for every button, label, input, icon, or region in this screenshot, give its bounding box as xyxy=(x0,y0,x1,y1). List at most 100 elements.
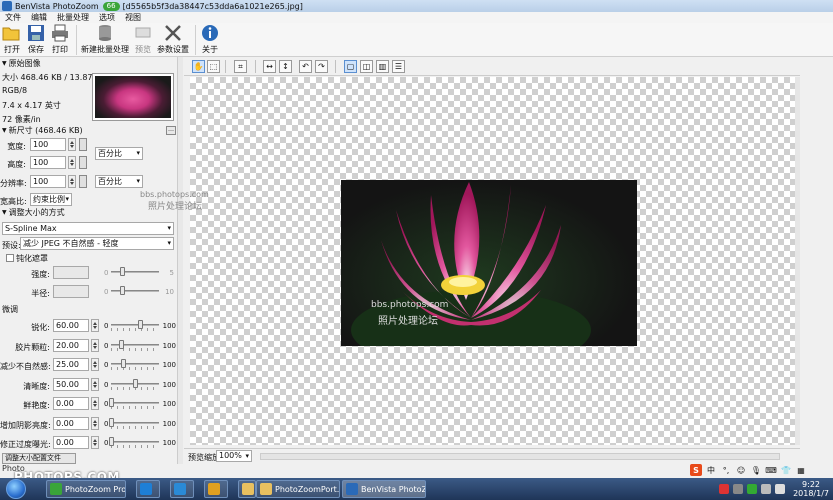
size-unit-select[interactable]: 百分比 xyxy=(95,147,143,160)
finetune-value-input[interactable]: 60.00 xyxy=(53,319,89,332)
finetune-value-input[interactable]: 50.00 xyxy=(53,377,89,391)
panel-scrollbar[interactable] xyxy=(177,57,183,464)
print-button[interactable]: 打印 xyxy=(50,23,70,55)
finetune-track[interactable] xyxy=(111,421,159,424)
sharpen-mask-checkbox[interactable] xyxy=(6,254,14,262)
rotate-right-button[interactable]: ↷ xyxy=(315,60,328,73)
volume-icon[interactable] xyxy=(775,484,786,494)
finetune-value-input[interactable]: 20.00 xyxy=(53,338,89,352)
finetune-spinner[interactable] xyxy=(91,358,99,371)
taskbar-task[interactable] xyxy=(136,480,160,498)
split-view-button[interactable]: ◫ xyxy=(360,60,373,73)
rotate-left-button[interactable]: ↶ xyxy=(299,60,312,73)
taskbar-task[interactable] xyxy=(238,480,256,498)
stacked-view-button[interactable]: ☰ xyxy=(392,60,405,73)
finetune-slider[interactable] xyxy=(109,437,114,446)
strength-input[interactable] xyxy=(53,266,89,279)
radius-slider[interactable] xyxy=(120,286,125,295)
network-icon[interactable] xyxy=(761,484,772,494)
preset-select[interactable]: 减少 JPEG 不自然感 - 轻度 xyxy=(20,237,174,250)
section-original-image[interactable]: ▼ 原始图像 xyxy=(2,58,41,69)
keyboard-icon[interactable]: ⌨ xyxy=(765,464,777,476)
finetune-slider[interactable] xyxy=(133,378,138,388)
menu-item[interactable]: 文件 xyxy=(0,12,26,23)
radius-input[interactable] xyxy=(53,285,89,298)
select-tool-button[interactable]: ⬚ xyxy=(207,60,220,73)
height-spinner[interactable] xyxy=(68,156,76,169)
about-button[interactable]: 关于 xyxy=(200,23,220,55)
section-new-size[interactable]: ▼ 新尺寸 (468.46 KB) xyxy=(2,125,83,136)
finetune-spinner[interactable] xyxy=(91,319,99,332)
link-dimensions-button[interactable] xyxy=(79,138,87,151)
side-by-side-button[interactable]: ▥ xyxy=(376,60,389,73)
sogou-ime-icon[interactable]: S xyxy=(690,464,702,476)
finetune-track[interactable] xyxy=(111,324,159,326)
finetune-slider[interactable] xyxy=(109,398,114,407)
punctuation-icon[interactable]: °, xyxy=(720,464,732,476)
taskbar-task[interactable] xyxy=(170,480,194,498)
width-input[interactable]: 100 xyxy=(30,138,66,151)
save-button[interactable]: 保存 xyxy=(26,23,46,55)
menu-item[interactable]: 选项 xyxy=(94,12,120,23)
zoom-select[interactable]: 100% xyxy=(216,450,252,462)
resize-profile-button[interactable]: 调整大小配置文件 xyxy=(2,453,76,464)
finetune-spinner[interactable] xyxy=(91,338,99,352)
finetune-slider[interactable] xyxy=(121,359,126,368)
finetune-value-input[interactable]: 25.00 xyxy=(53,358,89,371)
finetune-value-input[interactable]: 0.00 xyxy=(53,416,89,430)
finetune-spinner[interactable] xyxy=(91,436,99,449)
hand-tool-button[interactable]: ✋ xyxy=(192,60,205,73)
microphone-icon[interactable]: 🎙 xyxy=(750,464,762,476)
strength-track[interactable] xyxy=(111,271,159,273)
open-button[interactable]: 打开 xyxy=(2,23,22,55)
finetune-spinner[interactable] xyxy=(91,377,99,391)
tray-app-icon[interactable] xyxy=(719,484,730,494)
new-batch-button[interactable]: 新建批量处理 xyxy=(81,23,129,55)
taskbar-task[interactable]: BenVista PhotoZ... xyxy=(342,480,426,498)
section-resize-method[interactable]: ▼ 调整大小的方式 xyxy=(2,207,65,218)
tray-app-icon[interactable] xyxy=(747,484,758,494)
width-spinner[interactable] xyxy=(68,138,76,151)
taskbar-task[interactable] xyxy=(204,480,228,498)
algorithm-select[interactable]: S-Spline Max xyxy=(2,222,174,235)
resolution-link-button[interactable] xyxy=(79,175,87,188)
finetune-slider[interactable] xyxy=(119,339,124,349)
finetune-slider[interactable] xyxy=(138,320,143,329)
finetune-slider[interactable] xyxy=(109,417,114,427)
finetune-track[interactable] xyxy=(111,363,159,365)
finetune-track[interactable] xyxy=(111,441,159,443)
preview-button[interactable]: 预览 xyxy=(133,23,153,55)
fit-height-button[interactable]: ↕ xyxy=(279,60,292,73)
new-size-more-button[interactable]: … xyxy=(166,126,176,135)
grid-icon[interactable]: ▦ xyxy=(795,464,807,476)
clock[interactable]: 9:22 2018/1/7 xyxy=(793,480,829,498)
emoji-icon[interactable]: ☺ xyxy=(735,464,747,476)
finetune-spinner[interactable] xyxy=(91,397,99,410)
taskbar-task[interactable]: PhotoZoom Pro... xyxy=(46,480,126,498)
single-view-button[interactable]: ▢ xyxy=(344,60,357,73)
skin-icon[interactable]: 👕 xyxy=(780,464,792,476)
crop-button[interactable]: ⌗ xyxy=(234,60,247,73)
taskbar-task[interactable]: PhotoZoomPort... xyxy=(256,480,340,498)
tray-app-icon[interactable] xyxy=(733,484,744,494)
fit-width-button[interactable]: ↔ xyxy=(263,60,276,73)
menu-item[interactable]: 编辑 xyxy=(26,12,52,23)
start-button[interactable] xyxy=(6,479,26,499)
preview-vertical-scrollbar[interactable] xyxy=(795,77,800,445)
menu-item[interactable]: 视图 xyxy=(120,12,146,23)
radius-track[interactable] xyxy=(111,290,159,292)
menu-item[interactable]: 批量处理 xyxy=(52,12,94,23)
ime-language[interactable]: 中 xyxy=(705,464,717,476)
strength-slider[interactable] xyxy=(120,267,125,276)
resolution-input[interactable]: 100 xyxy=(30,175,66,188)
resolution-unit-select[interactable]: 百分比 xyxy=(95,175,143,188)
height-input[interactable]: 100 xyxy=(30,156,66,169)
finetune-spinner[interactable] xyxy=(91,416,99,430)
link-dimensions-button[interactable] xyxy=(79,156,87,169)
finetune-value-input[interactable]: 0.00 xyxy=(53,397,89,410)
finetune-value-input[interactable]: 0.00 xyxy=(53,436,89,449)
resolution-spinner[interactable] xyxy=(68,175,76,188)
preview-horizontal-scrollbar[interactable] xyxy=(260,453,780,460)
aspect-select[interactable]: 约束比例 xyxy=(30,193,72,206)
finetune-track[interactable] xyxy=(111,402,159,404)
